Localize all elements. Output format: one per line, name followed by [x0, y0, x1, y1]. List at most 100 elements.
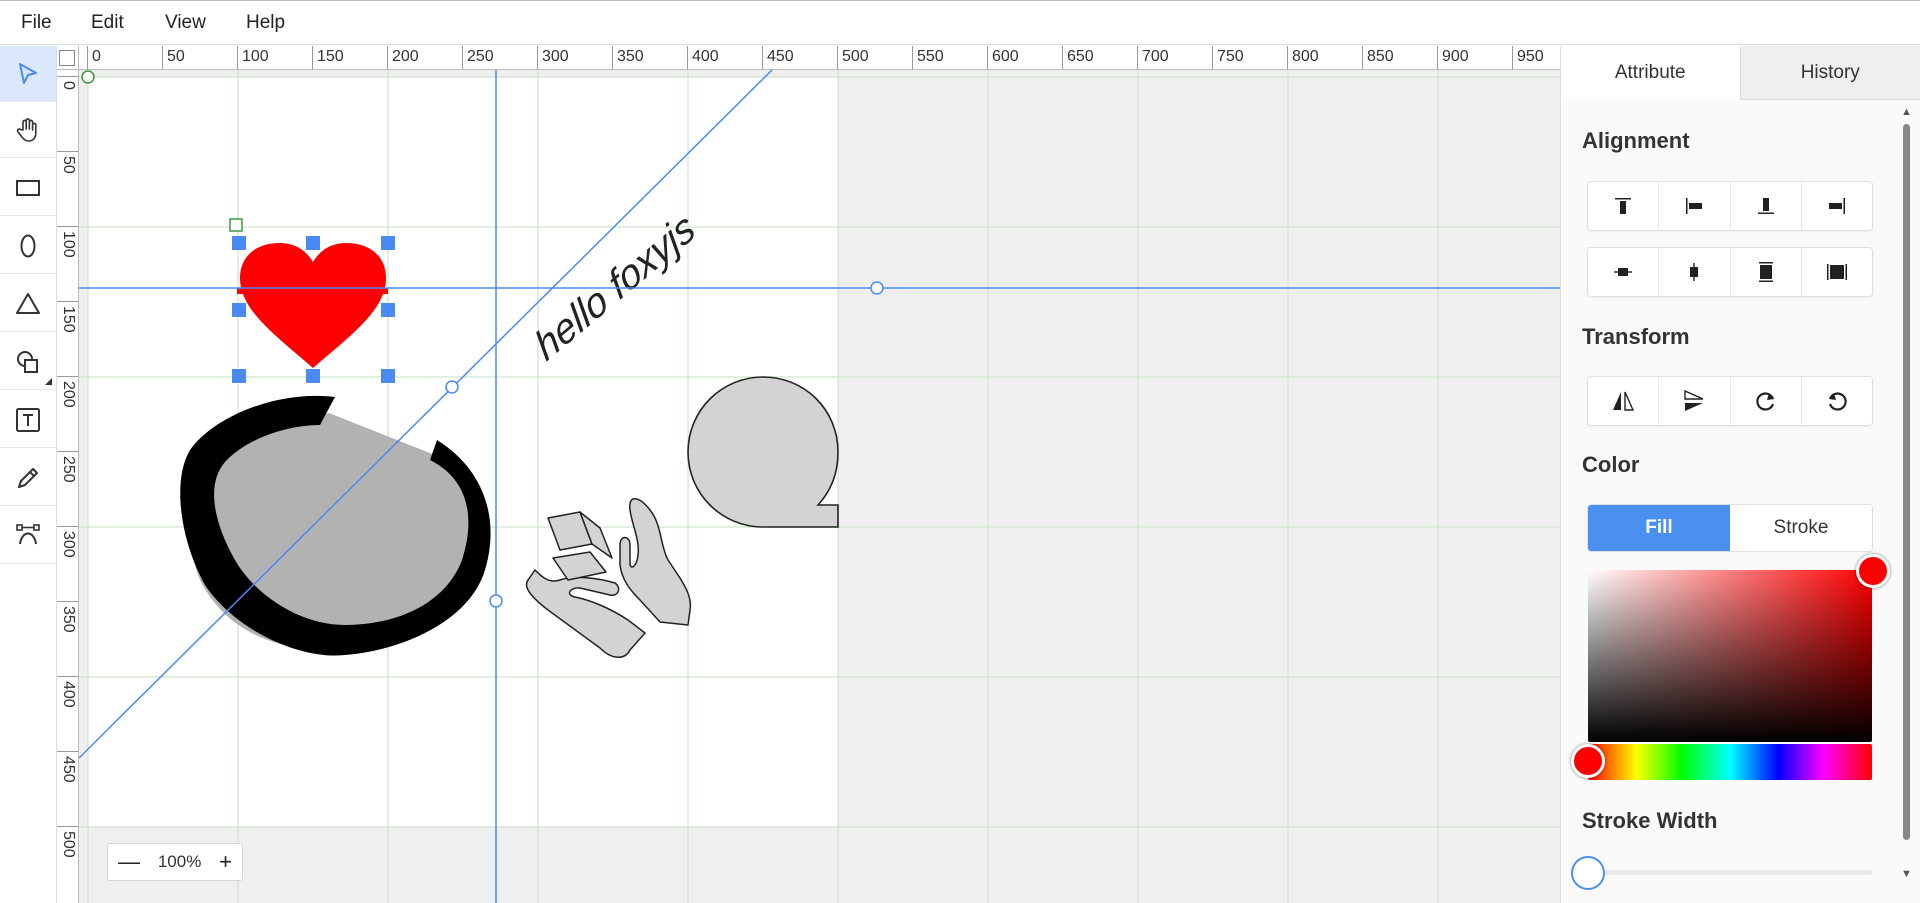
ruler-tick — [1287, 46, 1288, 69]
ruler-label-top: 300 — [542, 48, 569, 65]
align-top-icon — [1615, 198, 1632, 214]
ruler-label-left: 400 — [60, 681, 77, 708]
ruler-tick — [387, 46, 388, 69]
zoom-out-button[interactable]: — — [118, 851, 140, 873]
ruler-label-left: 450 — [60, 756, 77, 783]
align-bottom-button[interactable] — [1731, 182, 1802, 230]
rotate-counterclockwise-icon — [1828, 392, 1847, 411]
ruler-label-left: 200 — [60, 381, 77, 408]
hue-slider[interactable] — [1588, 744, 1872, 780]
pencil-tool[interactable] — [0, 450, 56, 506]
ruler-tick — [1137, 46, 1138, 69]
menu-edit[interactable]: Edit — [91, 12, 124, 34]
ruler-label-top: 50 — [167, 48, 185, 65]
stroke-mode-button[interactable]: Stroke — [1730, 505, 1872, 551]
align-bottom-icon — [1757, 198, 1774, 214]
ruler-tick — [57, 676, 78, 677]
cursor-arrow-icon — [19, 62, 37, 84]
rotate-clockwise-button[interactable] — [1731, 377, 1802, 425]
ruler-tick — [1437, 46, 1438, 69]
ruler-label-left: 300 — [60, 531, 77, 558]
alignment-row-2 — [1587, 247, 1873, 297]
ruler-label-top: 450 — [767, 48, 794, 65]
alignment-title: Alignment — [1582, 128, 1690, 153]
menu-file[interactable]: File — [21, 12, 52, 34]
flip-horizontal-icon — [1613, 391, 1635, 411]
flip-vertical-button[interactable] — [1659, 377, 1731, 425]
align-top-button[interactable] — [1588, 182, 1660, 230]
align-left-button[interactable] — [1659, 182, 1731, 230]
ruler-tick — [57, 826, 78, 827]
ruler-label-top: 150 — [317, 48, 344, 65]
ruler-tick — [762, 46, 763, 69]
ruler-label-top: 350 — [617, 48, 644, 65]
menu-help[interactable]: Help — [246, 12, 285, 34]
zoom-in-button[interactable]: + — [219, 851, 232, 873]
ruler-label-left: 100 — [60, 231, 77, 258]
ruler-label-top: 600 — [992, 48, 1019, 65]
select-tool[interactable] — [0, 46, 56, 102]
ruler-label-left: 500 — [60, 831, 77, 858]
ruler-tick — [162, 46, 163, 69]
rectangle-icon — [16, 179, 40, 196]
ruler-tick — [57, 226, 78, 227]
rotate-counterclockwise-button[interactable] — [1802, 377, 1872, 425]
vertical-ruler[interactable]: 0 50 100 150 200 250 300 350 400 450 500 — [57, 46, 79, 903]
path-tool[interactable] — [0, 508, 56, 564]
triangle-tool[interactable] — [0, 276, 56, 332]
flip-horizontal-button[interactable] — [1588, 377, 1660, 425]
ruler-tick — [312, 46, 313, 69]
stretch-height-icon — [1758, 262, 1773, 282]
pencil-icon — [18, 467, 38, 488]
horizontal-ruler[interactable]: 0 50 100 150 200 250 300 350 400 450 500 550 600 650 7… — [57, 46, 1560, 70]
stroke-width-title: Stroke Width — [1582, 808, 1718, 833]
ruler-label-top: 950 — [1517, 48, 1544, 65]
ruler-tick — [57, 751, 78, 752]
menu-view[interactable]: View — [165, 12, 206, 34]
text-icon — [16, 407, 40, 432]
stroke-width-slider[interactable] — [1588, 870, 1872, 875]
rotate-handle[interactable] — [229, 218, 243, 232]
canvas-viewport[interactable]: hello foxyjs — [79, 70, 1560, 903]
panel-scrollbar[interactable] — [1903, 124, 1910, 840]
ruler-tick — [57, 151, 78, 152]
ruler-tick — [1362, 46, 1363, 69]
ruler-tick — [57, 76, 78, 77]
hue-slider-handle[interactable] — [1571, 744, 1605, 778]
saturation-value-handle[interactable] — [1856, 554, 1890, 588]
ellipse-tool[interactable] — [0, 218, 56, 274]
speech-bubble-shape[interactable] — [687, 376, 839, 528]
tab-history[interactable]: History — [1740, 46, 1920, 100]
zoom-control: — 100% + — [107, 843, 243, 881]
stroke-width-slider-handle[interactable] — [1571, 856, 1605, 890]
ruler-tick — [462, 46, 463, 69]
stretch-width-icon — [1826, 264, 1847, 280]
rotate-clockwise-icon — [1755, 392, 1774, 411]
bezier-path-icon — [16, 523, 40, 544]
fill-mode-button[interactable]: Fill — [1588, 505, 1730, 551]
shapes-tool[interactable] — [0, 334, 56, 390]
saturation-value-picker[interactable] — [1588, 570, 1872, 742]
text-tool[interactable] — [0, 392, 56, 448]
ruler-label-top: 250 — [467, 48, 494, 65]
ruler-tick — [612, 46, 613, 69]
align-center-horizontal-button[interactable] — [1659, 248, 1731, 296]
scroll-up-arrow-icon[interactable]: ▲ — [1901, 106, 1912, 118]
tab-attribute[interactable]: Attribute — [1561, 46, 1741, 100]
stretch-width-button[interactable] — [1802, 248, 1872, 296]
ruler-tick — [837, 46, 838, 69]
stretch-height-button[interactable] — [1731, 248, 1802, 296]
rectangle-tool[interactable] — [0, 160, 56, 216]
ruler-tick — [57, 376, 78, 377]
align-center-vertical-button[interactable] — [1588, 248, 1660, 296]
ruler-label-top: 200 — [392, 48, 419, 65]
ruler-label-top: 500 — [842, 48, 869, 65]
scroll-down-arrow-icon[interactable]: ▼ — [1901, 868, 1912, 880]
canvas-svg[interactable]: hello foxyjs — [79, 70, 1560, 903]
ruler-tick — [57, 301, 78, 302]
panel-tabs: Attribute History — [1561, 46, 1920, 100]
ruler-label-left: 150 — [60, 306, 77, 333]
align-left-icon — [1686, 198, 1703, 214]
pan-tool[interactable] — [0, 102, 56, 158]
align-right-button[interactable] — [1802, 182, 1872, 230]
